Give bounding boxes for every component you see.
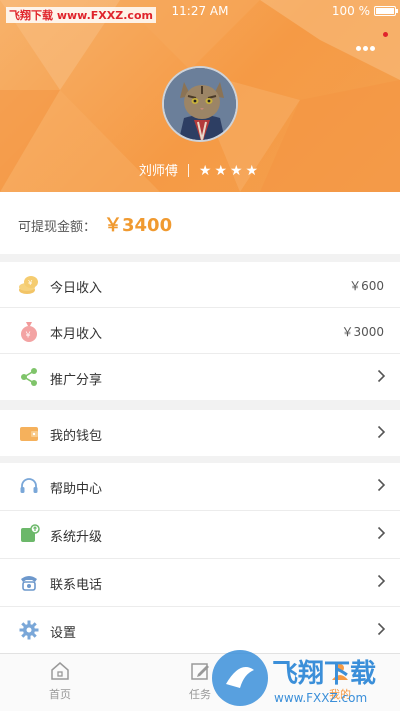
menu-item-phone[interactable]: 联系电话 [0,559,400,607]
notification-dot [383,32,388,37]
wallet-icon [20,427,38,441]
menu-item-label: 我的钱包 [50,429,103,444]
settings-group: 帮助中心 系统升级 联系电话 设置 [0,463,400,655]
gear-icon [19,620,39,640]
share-icon [21,368,37,386]
menu-item-label: 设置 [50,626,77,641]
chevron-right-icon [377,369,386,383]
chevron-right-icon [377,425,386,439]
tab-label: 首页 [49,688,71,701]
status-battery-text: 100 % [331,4,370,18]
chevron-right-icon [377,622,386,636]
menu-item-wallet[interactable]: 我的钱包 [0,410,400,456]
chevron-right-icon [377,574,386,588]
user-name: 刘师傅 [138,164,178,179]
chevron-right-icon [377,478,386,492]
more-dot-icon [370,46,375,51]
menu-item-upgrade[interactable]: 系统升级 [0,511,400,559]
menu-item-today-income[interactable]: ¥ 今日收入 ￥600 [0,262,400,308]
divider [187,164,189,177]
profile-header: 飞翔下载 www.FXXZ.com 11:27 AM 100 % 刘师傅 ★★★★ [0,0,400,192]
menu-item-value: ￥3000 [341,325,384,339]
more-dot-icon [363,46,368,51]
more-menu-button[interactable] [356,32,388,51]
balance-label: 可提现金额： [18,220,97,235]
chevron-right-icon [377,526,386,540]
menu-item-label: 本月收入 [50,327,103,342]
avatar[interactable] [162,66,238,142]
income-group: ¥ 今日收入 ￥600 ¥ 本月收入 ￥3000 推广分享 [0,262,400,400]
status-bar: 飞翔下载 www.FXXZ.com 11:27 AM 100 % [0,0,400,26]
menu-item-month-income[interactable]: ¥ 本月收入 ￥3000 [0,308,400,354]
coins-icon: ¥ [19,276,38,294]
svg-text:¥: ¥ [26,331,31,340]
menu-item-label: 联系电话 [50,578,103,593]
home-icon [51,662,69,680]
menu-item-label: 今日收入 [50,281,103,296]
watermark-url: www.FXXZ.com [274,691,367,705]
battery-icon [374,6,398,16]
name-row: 刘师傅 ★★★★ [0,160,400,179]
balance-amount: ￥3400 [104,215,173,236]
menu-item-value: ￥600 [349,279,384,293]
menu-item-label: 推广分享 [50,373,103,388]
menu-item-label: 系统升级 [50,530,103,545]
wallet-group: 我的钱包 [0,410,400,456]
watermark-logo: 飞翔下载 www.FXXZ.com [212,650,376,706]
money-bag-icon: ¥ [21,322,37,342]
rating-stars: ★★★★ [198,163,262,179]
menu-item-help[interactable]: 帮助中心 [0,463,400,511]
tab-home[interactable]: 首页 [20,660,100,702]
svg-text:¥: ¥ [28,279,33,287]
headset-icon [20,478,38,493]
menu-item-share[interactable]: 推广分享 [0,354,400,400]
more-dot-icon [356,46,361,51]
watermark-text: 飞翔下载 [272,659,376,689]
menu-item-label: 帮助中心 [50,482,103,497]
tab-label: 任务 [189,688,211,701]
edit-icon [191,663,209,680]
balance-panel: 可提现金额： ￥3400 [0,192,400,254]
phone-icon [21,576,37,591]
upgrade-icon [21,524,40,542]
